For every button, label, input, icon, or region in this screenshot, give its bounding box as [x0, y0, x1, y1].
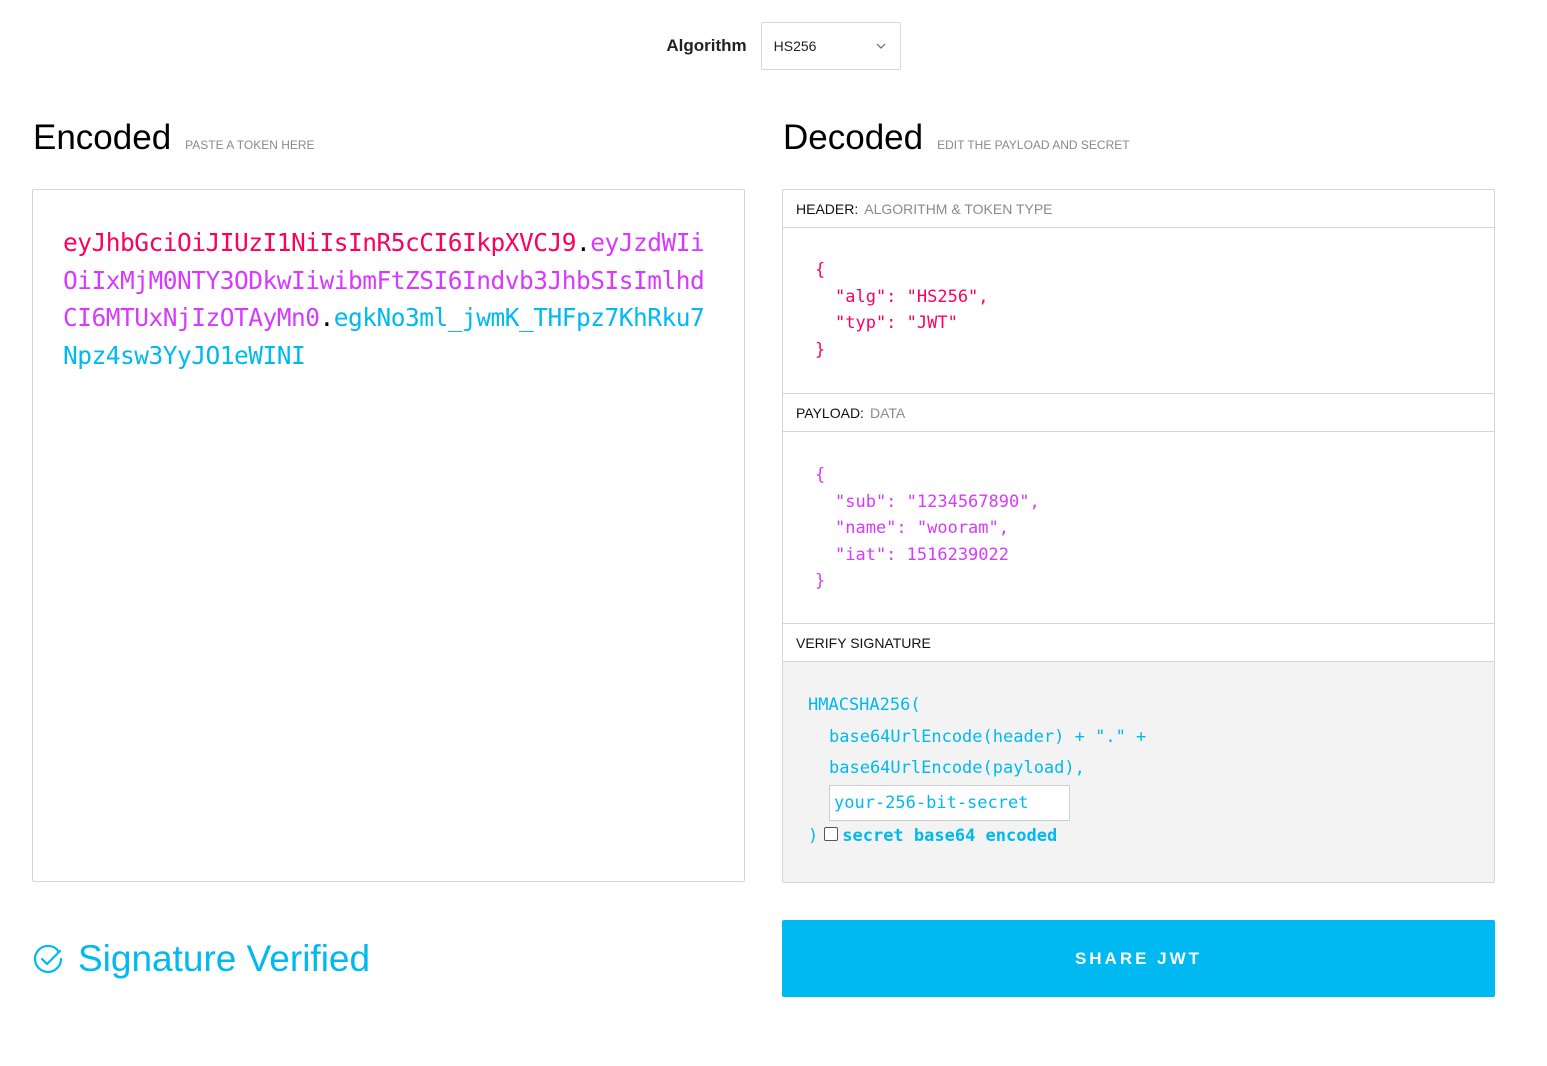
verify-line-header: base64UrlEncode(header) + "." +	[829, 726, 1147, 747]
verify-fn-close: )	[808, 825, 819, 846]
header-section-sublabel: ALGORITHM & TOKEN TYPE	[864, 200, 1053, 217]
verify-close-row: ) secret base64 encoded	[808, 821, 1469, 853]
json-line: "name": "wooram",	[835, 518, 1009, 538]
verify-signature-body: HMACSHA256( base64UrlEncode(header) + ".…	[783, 662, 1494, 882]
json-line: {	[815, 465, 826, 485]
json-line: "sub": "1234567890",	[835, 491, 1040, 512]
token-header-part: eyJhbGciOiJIUzI1NiIsInR5cCI6IkpXVCJ9	[63, 228, 577, 257]
algorithm-select[interactable]: HS256	[760, 22, 901, 70]
payload-section-sublabel: DATA	[869, 404, 906, 421]
encoded-subtitle: PASTE A TOKEN HERE	[185, 138, 315, 152]
json-line: "typ": "JWT"	[835, 313, 958, 333]
secret-input[interactable]: your-256-bit-secret	[829, 784, 1070, 821]
json-line: {	[815, 260, 826, 280]
json-line: }	[815, 571, 826, 591]
decoded-heading: Decoded EDIT THE PAYLOAD AND SECRET	[783, 118, 1130, 158]
base64-checkbox[interactable]	[824, 826, 839, 841]
token-dot: .	[319, 303, 335, 332]
decoded-panel: HEADER: ALGORITHM & TOKEN TYPE { "alg": …	[782, 189, 1495, 883]
base64-label: secret base64 encoded	[842, 825, 1058, 846]
payload-section-title: PAYLOAD: DATA	[783, 394, 1494, 432]
json-line: "iat": 1516239022	[835, 544, 1009, 565]
encoded-token-editor[interactable]: eyJhbGciOiJIUzI1NiIsInR5cCI6IkpXVCJ9.eyJ…	[32, 189, 745, 882]
share-jwt-button[interactable]: SHARE JWT	[782, 920, 1495, 997]
algorithm-row: Algorithm HS256	[0, 22, 1547, 70]
json-line: "alg": "HS256",	[835, 286, 989, 307]
verify-line-payload: base64UrlEncode(payload),	[829, 758, 1085, 778]
token-dot: .	[576, 228, 591, 257]
algorithm-label: Algorithm	[666, 36, 747, 55]
header-json-editor[interactable]: { "alg": "HS256", "typ": "JWT" }	[783, 228, 1494, 394]
encoded-title: Encoded	[33, 118, 172, 157]
json-line: }	[815, 339, 826, 360]
decoded-title: Decoded	[783, 118, 924, 157]
check-circle-icon	[33, 944, 63, 974]
payload-section-label: PAYLOAD:	[796, 404, 864, 421]
verify-fn-open: HMACSHA256(	[808, 695, 921, 715]
signature-status: Signature Verified	[32, 938, 370, 980]
encoded-token: eyJhbGciOiJIUzI1NiIsInR5cCI6IkpXVCJ9.eyJ…	[63, 224, 714, 374]
header-section-title: HEADER: ALGORITHM & TOKEN TYPE	[783, 190, 1494, 228]
verify-section-title: VERIFY SIGNATURE	[783, 624, 1494, 662]
verify-section-label: VERIFY SIGNATURE	[796, 634, 931, 651]
chevron-down-icon	[876, 43, 886, 49]
algorithm-selected-value: HS256	[773, 38, 817, 54]
payload-json-editor[interactable]: { "sub": "1234567890", "name": "wooram",…	[783, 432, 1494, 624]
encoded-heading: Encoded PASTE A TOKEN HERE	[33, 118, 315, 158]
header-section-label: HEADER:	[796, 200, 859, 217]
signature-status-text: Signature Verified	[78, 938, 371, 979]
secret-row: your-256-bit-secret	[808, 784, 1469, 821]
decoded-subtitle: EDIT THE PAYLOAD AND SECRET	[937, 138, 1130, 152]
